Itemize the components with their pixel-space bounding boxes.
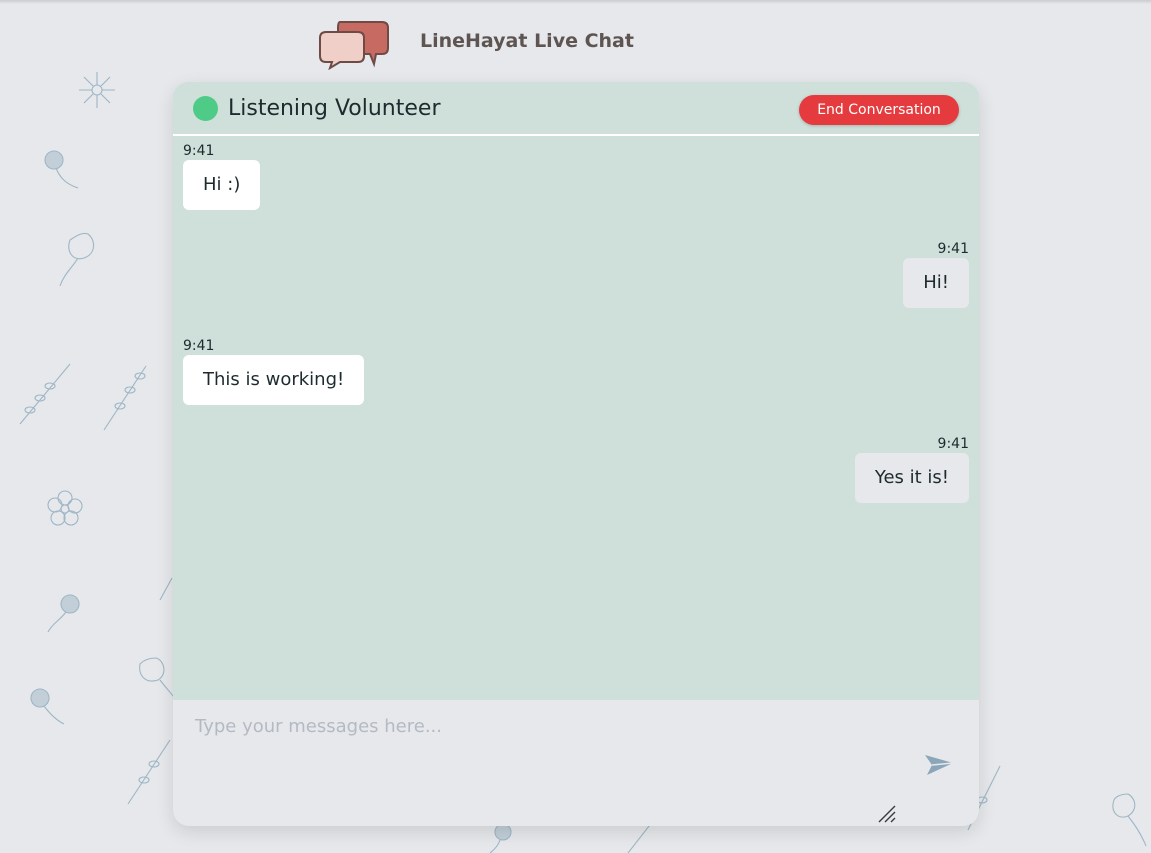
message-timestamp: 9:41 [183, 143, 215, 159]
thistle-flower-icon [489, 823, 512, 853]
app-title: LineHayat Live Chat [420, 30, 634, 52]
end-conversation-button[interactable]: End Conversation [799, 95, 959, 125]
message-received: 9:41 This is working! [183, 337, 365, 405]
message-received: 9:41 Hi :) [183, 142, 261, 210]
chat-bubbles-icon [319, 21, 389, 70]
message-bubble: This is working! [183, 355, 365, 405]
message-input[interactable] [173, 700, 913, 826]
chat-header: Listening Volunteer End Conversation [173, 82, 979, 136]
message-composer [173, 700, 979, 826]
leaf-sprig-icon [159, 577, 173, 601]
chat-window: Listening Volunteer End Conversation 9:4… [173, 82, 979, 826]
chat-partner-name: Listening Volunteer [228, 96, 441, 121]
tulip-flower-icon [1112, 793, 1147, 847]
online-status-indicator [193, 96, 218, 121]
blossom-flower-icon [47, 490, 83, 526]
message-timestamp: 9:41 [183, 338, 215, 354]
message-bubble: Yes it is! [854, 453, 969, 503]
leaf-sprig-icon [127, 739, 171, 805]
flower-icon [79, 72, 115, 108]
paper-plane-icon [925, 754, 954, 775]
message-timestamp: 9:41 [937, 241, 969, 257]
leaf-sprig-icon [19, 363, 71, 425]
message-bubble: Hi :) [183, 160, 261, 210]
app-header: LineHayat Live Chat [318, 18, 648, 70]
message-timestamp: 9:41 [937, 436, 969, 452]
tulip-flower-icon [59, 232, 95, 287]
message-sent: 9:41 Hi! [903, 240, 969, 308]
textarea-resize-handle[interactable] [877, 804, 897, 824]
thistle-flower-icon [30, 688, 65, 725]
message-bubble: Hi! [903, 258, 969, 308]
tulip-flower-icon [139, 657, 177, 701]
thistle-flower-icon [47, 594, 80, 633]
leaf-sprig-icon [103, 365, 147, 431]
thistle-flower-icon [44, 150, 79, 189]
message-list[interactable]: 9:41 Hi :) 9:41 Hi! 9:41 This is working… [173, 138, 979, 700]
message-sent: 9:41 Yes it is! [854, 435, 969, 503]
send-button[interactable] [921, 750, 957, 782]
